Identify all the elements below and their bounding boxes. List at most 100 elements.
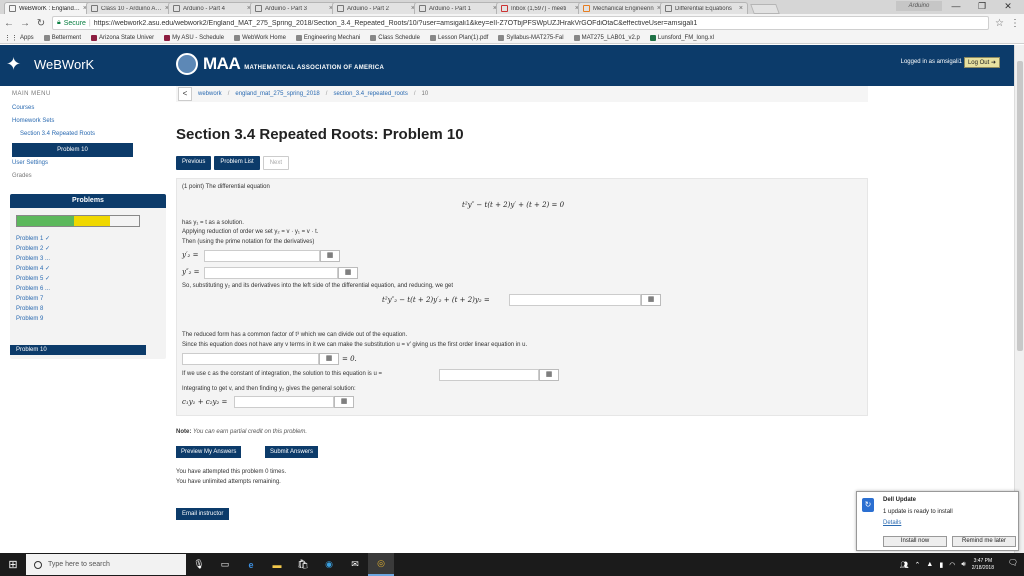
maximize-button[interactable]: ❐ <box>970 0 994 12</box>
bookmark-label: Betterment <box>51 34 82 41</box>
battery-icon[interactable]: ▮ <box>939 561 943 569</box>
sidebar-item-courses[interactable]: Courses <box>12 105 34 111</box>
tab-webwork[interactable]: WeBWorK : England_M × <box>4 2 92 14</box>
sidebar-item-homework-sets[interactable]: Homework Sets <box>12 118 54 124</box>
taskbar-search[interactable]: Type here to search <box>26 554 186 575</box>
profile-name[interactable]: Arduino <box>896 1 942 11</box>
tab-class10[interactable]: Class 10 - Arduino Assi × <box>86 2 174 14</box>
reload-icon[interactable]: ↻ <box>36 18 46 29</box>
wifi-icon[interactable]: ◠ <box>949 561 955 569</box>
new-tab-button[interactable] <box>750 4 780 14</box>
file-explorer-icon[interactable]: ▬ <box>264 553 290 576</box>
equation-editor-button[interactable]: ▦ <box>539 369 559 381</box>
breadcrumb-back-button[interactable]: < <box>178 87 192 101</box>
if-we-use-text: If we use c as the constant of integrati… <box>182 371 382 377</box>
minimize-button[interactable]: — <box>944 0 968 12</box>
preview-answers-button[interactable]: Preview My Answers <box>176 446 242 458</box>
mail-icon[interactable]: ✉ <box>342 553 368 576</box>
page-scrollbar[interactable] <box>1014 45 1024 553</box>
sidebar-item-section[interactable]: Section 3.4 Repeated Roots <box>20 131 95 137</box>
problem-link-3[interactable]: Problem 3 ... <box>16 254 50 264</box>
action-center-icon[interactable]: 🗨︎ <box>1006 558 1020 570</box>
equation-editor-button[interactable]: ▦ <box>641 294 661 306</box>
bookmark-betterment[interactable]: Betterment <box>43 34 82 41</box>
network-icon[interactable]: ▲ <box>926 561 933 568</box>
bookmark-star-icon[interactable]: ☆ <box>995 18 1004 29</box>
equation-editor-button[interactable]: ▦ <box>334 396 354 408</box>
bookmark-syllabus[interactable]: Syllabus-MAT275-Fal <box>498 34 564 41</box>
close-icon[interactable]: × <box>739 5 743 12</box>
bookmark-myasu[interactable]: My ASU - Schedule <box>164 34 224 41</box>
edge-icon[interactable]: e <box>238 553 264 576</box>
clock[interactable]: 3:47 PM 2/18/2018 <box>972 558 994 572</box>
first-order-equation-input[interactable] <box>182 353 319 365</box>
chrome-icon[interactable]: ◎ <box>368 553 394 576</box>
sidebar-item-problem[interactable]: Problem 10 <box>12 143 133 157</box>
back-arrow-icon[interactable]: ← <box>4 18 14 29</box>
remind-later-button[interactable]: Remind me later <box>952 536 1016 547</box>
tab-mech-eng[interactable]: Mechanical Engineerin × <box>578 2 666 14</box>
next-button[interactable]: Next <box>262 156 290 170</box>
tab-arduino-4[interactable]: Arduino - Part 4 × <box>168 2 256 14</box>
bookmark-webwork[interactable]: WebWork Home <box>234 34 286 41</box>
bookmark-lesson-plan[interactable]: Lesson Plan(1).pdf <box>429 34 488 41</box>
bookmark-eng-mech[interactable]: Engineering Mechani <box>295 34 360 41</box>
u-solution-input[interactable] <box>439 369 539 381</box>
problem-link-4[interactable]: Problem 4 ✓ <box>16 264 50 274</box>
bookmark-lab01[interactable]: MAT275_LAB01_v2.p <box>573 34 640 41</box>
submit-answers-button[interactable]: Submit Answers <box>265 446 319 458</box>
browser-icon[interactable]: ◉ <box>316 553 342 576</box>
tab-arduino-1[interactable]: Arduino - Part 1 × <box>414 2 502 14</box>
tab-diff-eq[interactable]: Differential Equations × <box>660 2 748 14</box>
equation-editor-button[interactable]: ▦ <box>320 250 340 262</box>
reduced-equation-input[interactable] <box>509 294 641 306</box>
y2-prime-input[interactable] <box>204 250 320 262</box>
problem-list-button[interactable]: Problem List <box>214 156 260 170</box>
previous-button[interactable]: Previous <box>176 156 212 170</box>
problem-link-7[interactable]: Problem 7 <box>16 294 50 304</box>
chevron-up-icon[interactable]: ⌃ <box>915 561 921 569</box>
problem-link-9[interactable]: Problem 9 <box>16 314 50 324</box>
forward-arrow-icon[interactable]: → <box>20 18 30 29</box>
bookmark-lunsford[interactable]: Lunsford_FM_long.xl <box>649 34 714 41</box>
scroll-thumb[interactable] <box>1017 61 1023 351</box>
general-solution-input[interactable] <box>234 396 334 408</box>
logout-label: Log Out <box>967 60 990 66</box>
dell-details-link[interactable]: Details <box>883 520 901 526</box>
equation-editor-button[interactable]: ▦ <box>319 353 339 365</box>
url-input[interactable]: 🔒︎ Secure | https://webwork2.asu.edu/web… <box>52 16 990 30</box>
problem-link-10[interactable]: Problem 10 <box>10 345 146 355</box>
logout-button[interactable]: Log Out ➜ <box>963 57 1000 68</box>
problem-link-2[interactable]: Problem 2 ✓ <box>16 244 50 254</box>
maa-logo[interactable]: MAA MATHEMATICAL ASSOCIATION OF AMERICA <box>176 53 384 75</box>
tab-arduino-3[interactable]: Arduino - Part 3 × <box>250 2 338 14</box>
sidebar-item-user-settings[interactable]: User Settings <box>12 160 48 166</box>
breadcrumb-set[interactable]: section_3.4_repeated_roots <box>333 91 407 97</box>
bookmark-class-schedule[interactable]: Class Schedule <box>370 34 420 41</box>
tab-arduino-2[interactable]: Arduino - Part 2 × <box>332 2 420 14</box>
sidebar-item-grades[interactable]: Grades <box>12 173 32 179</box>
webwork-logo[interactable]: ✦ WeBWorK <box>6 54 94 74</box>
breadcrumb-course[interactable]: england_mat_275_spring_2018 <box>235 91 319 97</box>
install-now-button[interactable]: Install now <box>883 536 947 547</box>
window-close-button[interactable]: ✕ <box>996 0 1020 12</box>
store-icon[interactable]: 🛍︎ <box>290 553 316 576</box>
windows-start-icon[interactable]: ⊞ <box>0 553 26 576</box>
microphone-icon[interactable]: 🎙︎ <box>186 553 212 576</box>
tab-inbox[interactable]: Inbox (1,597) - meeti × <box>496 2 584 14</box>
breadcrumb-webwork[interactable]: webwork <box>198 91 222 97</box>
problem-link-8[interactable]: Problem 8 <box>16 304 50 314</box>
people-icon[interactable]: 👥︎ <box>900 561 909 569</box>
problem-link-1[interactable]: Problem 1 ✓ <box>16 234 50 244</box>
menu-icon[interactable]: ⋮ <box>1010 18 1020 29</box>
bookmark-asu[interactable]: Arizona State Univer <box>91 34 154 41</box>
volume-icon[interactable]: 🔊︎ <box>961 561 965 569</box>
y2-double-prime-input[interactable] <box>204 267 338 279</box>
email-instructor-button[interactable]: Email instructor <box>176 508 230 520</box>
problem-link-5[interactable]: Problem 5 ✓ <box>16 274 50 284</box>
page-title: Section 3.4 Repeated Roots: Problem 10 <box>176 126 464 143</box>
equation-editor-button[interactable]: ▦ <box>338 267 358 279</box>
problem-link-6[interactable]: Problem 6 ... <box>16 284 50 294</box>
task-view-icon[interactable]: ▭ <box>212 553 238 576</box>
bookmark-apps[interactable]: ⋮⋮ Apps <box>4 34 34 42</box>
